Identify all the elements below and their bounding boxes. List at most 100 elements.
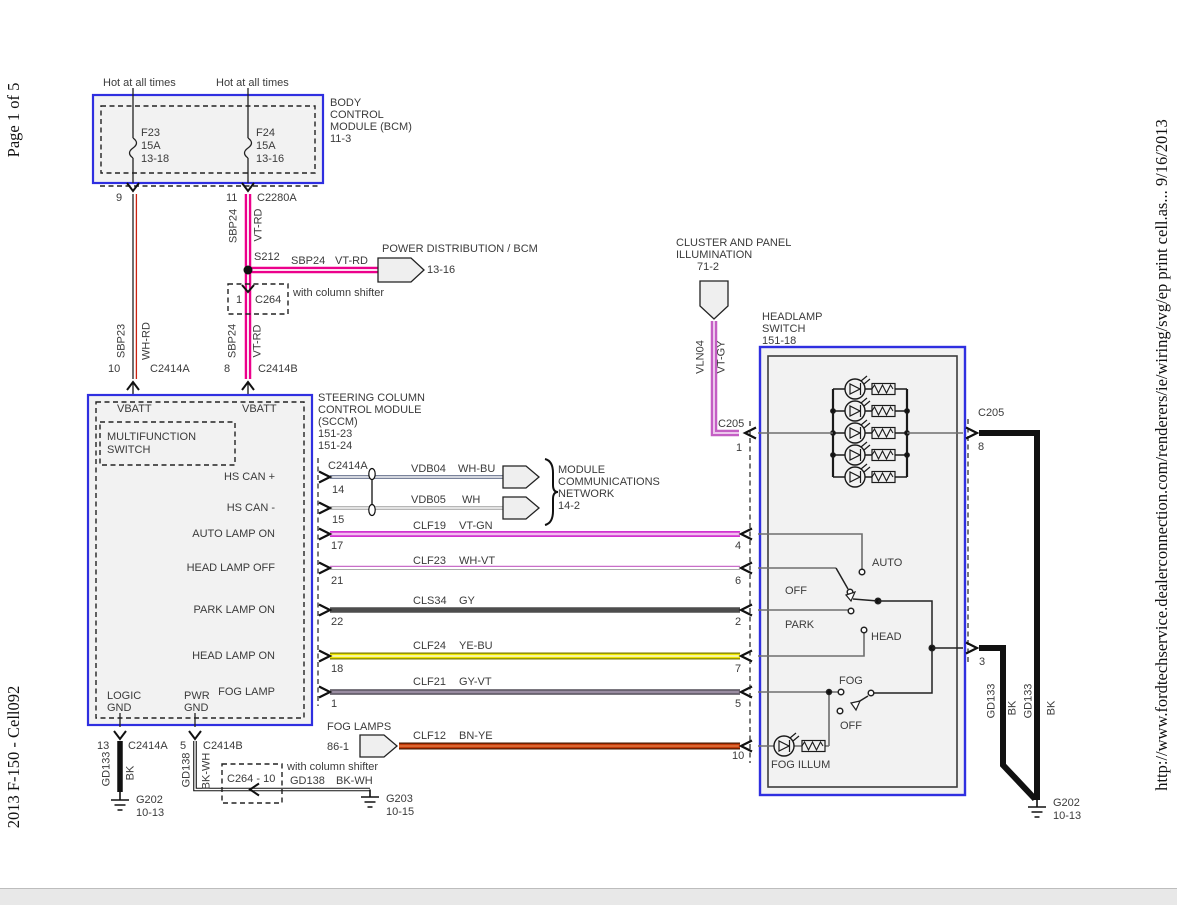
sccm-title-5: 151-24 — [318, 440, 352, 453]
power-distribution-title: POWER DISTRIBUTION / BCM — [382, 243, 538, 256]
sccm-pwr-gnd-1: PWR — [184, 690, 210, 703]
network-ref: 14-2 — [558, 500, 580, 513]
network-brace — [545, 459, 558, 525]
headlamp-switch-title-1: HEADLAMP — [762, 311, 823, 324]
sccm-title-1: STEERING COLUMN — [318, 392, 425, 405]
fuse-f23-ref: 13-18 — [141, 153, 169, 166]
pin-5: 5 — [735, 698, 741, 711]
sccm-title-4: 151-23 — [318, 428, 352, 441]
pin-2: 2 — [735, 616, 741, 629]
code-wh: WH — [462, 494, 480, 507]
margin-url: http://www.fordtechservice.dealerconnect… — [1154, 119, 1171, 791]
margin-page-number: Page 1 of 5 — [6, 83, 23, 158]
bcm-title-3: MODULE (BCM) — [330, 121, 412, 134]
multifunction-switch-label-1: MULTIFUNCTION — [107, 431, 196, 444]
label-vt-rd-branch: VT-RD — [335, 255, 368, 268]
auto-contact — [859, 569, 865, 575]
connector-c2280a: C2280A — [257, 192, 297, 205]
wiring-diagram-page: Page 1 of 5 2013 F-150 - Cell092 http://… — [0, 0, 1177, 905]
network-connector-arrow-2 — [503, 497, 539, 519]
twisted-pair-symbol — [369, 469, 375, 516]
switch-position-off: OFF — [785, 585, 807, 598]
sccm-title-2: CONTROL MODULE — [318, 404, 422, 417]
sccm-title-3: (SCCM) — [318, 416, 358, 429]
headlamp-switch-title-3: 151-18 — [762, 335, 796, 348]
bcm-module-box — [93, 95, 323, 186]
label-gd133-right-1: GD133 — [987, 684, 998, 719]
switch-pin-arrows — [741, 428, 756, 752]
label-bk-wh-vertical: BK-WH — [202, 753, 213, 790]
ground-g203-ref: 10-15 — [386, 806, 414, 819]
fuse-f24-name: F24 — [256, 127, 275, 140]
connector-c2414a-top: C2414A — [150, 363, 190, 376]
fuse-f23-name: F23 — [141, 127, 160, 140]
label-sbp23: SBP23 — [117, 324, 128, 358]
pin-10-switch: 10 — [732, 750, 744, 763]
margin-doc-title: 2013 F-150 - Cell092 — [6, 686, 23, 829]
circuit-cls34: CLS34 — [413, 595, 447, 608]
multifunction-switch-label-2: SWITCH — [107, 444, 150, 457]
label-sbp24-branch: SBP24 — [291, 255, 325, 268]
circuit-clf21: CLF21 — [413, 676, 446, 689]
pin-8-c205: 8 — [978, 441, 984, 454]
pin-1-c205: 1 — [736, 442, 742, 455]
ground-g202-left-name: G202 — [136, 794, 163, 807]
pin-21: 21 — [331, 575, 343, 588]
wire-vln04-vt-gy — [714, 321, 739, 433]
ground-g203 — [361, 790, 379, 808]
fuse-f24-ref: 13-16 — [256, 153, 284, 166]
wire-clf23-wh-vt — [330, 566, 740, 568]
connector-c2414b-top: C2414B — [258, 363, 298, 376]
sccm-head-lamp-off: HEAD LAMP OFF — [135, 562, 275, 575]
sccm-vbatt-left: VBATT — [117, 403, 152, 416]
code-ye-bu: YE-BU — [459, 640, 493, 653]
wire-sbp23-wh-rd — [133, 194, 136, 379]
c264-top-note: with column shifter — [293, 287, 384, 300]
label-sbp24-lower: SBP24 — [228, 324, 239, 358]
label-vt-rd-lower: VT-RD — [253, 325, 264, 358]
cluster-title-1: CLUSTER AND PANEL — [676, 237, 791, 250]
fog-contact — [838, 689, 844, 695]
ground-g202-right-ref: 10-13 — [1053, 810, 1081, 823]
sccm-pin-arrows — [319, 472, 330, 698]
c264-top-pin: 1 — [236, 294, 242, 307]
scrollbar-track[interactable] — [0, 888, 1177, 905]
cluster-ref: 71-2 — [697, 261, 719, 274]
label-wh-rd: WH-RD — [142, 322, 153, 360]
pin-5-bottom: 5 — [180, 740, 186, 753]
label-bk-wh-horizontal: BK-WH — [336, 775, 373, 788]
label-bk-left: BK — [126, 766, 137, 781]
label-bk-right-2: BK — [1047, 701, 1058, 716]
network-connector-arrow-1 — [503, 466, 539, 488]
wire-gd133-bk-right — [979, 433, 1037, 800]
label-gd138-vertical: GD138 — [182, 753, 193, 788]
sccm-ground-arrows — [114, 731, 201, 739]
pin-8: 8 — [224, 363, 230, 376]
hot-at-all-times-right: Hot at all times — [216, 77, 289, 90]
circuit-vln04: VLN04 — [696, 340, 707, 374]
sccm-hs-can-plus: HS CAN + — [135, 471, 275, 484]
head-contact — [861, 627, 867, 633]
code-vt-gn: VT-GN — [459, 520, 493, 533]
sccm-logic-gnd-1: LOGIC — [107, 690, 141, 703]
fog-off-contact — [837, 708, 843, 714]
code-bn-ye: BN-YE — [459, 730, 493, 743]
ground-g203-name: G203 — [386, 793, 413, 806]
switch-position-fog: FOG — [839, 675, 863, 688]
label-sbp24-upper: SBP24 — [229, 209, 240, 243]
label-gd133-right-2: GD133 — [1024, 684, 1035, 719]
network-title-2: COMMUNICATIONS — [558, 476, 660, 489]
pin-22: 22 — [331, 616, 343, 629]
power-distribution-connector-arrow — [378, 258, 424, 282]
bcm-title-4: 11-3 — [330, 133, 351, 146]
switch-position-fog-off: OFF — [840, 720, 862, 733]
sccm-head-lamp-on: HEAD LAMP ON — [135, 650, 275, 663]
sccm-auto-lamp-on: AUTO LAMP ON — [135, 528, 275, 541]
ground-g202-right — [1028, 800, 1046, 817]
sccm-park-lamp-on: PARK LAMP ON — [135, 604, 275, 617]
circuit-clf23: CLF23 — [413, 555, 446, 568]
pin-1-left: 1 — [331, 698, 337, 711]
circuit-clf19: CLF19 — [413, 520, 446, 533]
connector-c2414a-network: C2414A — [328, 460, 368, 473]
code-wh-vt: WH-VT — [459, 555, 495, 568]
